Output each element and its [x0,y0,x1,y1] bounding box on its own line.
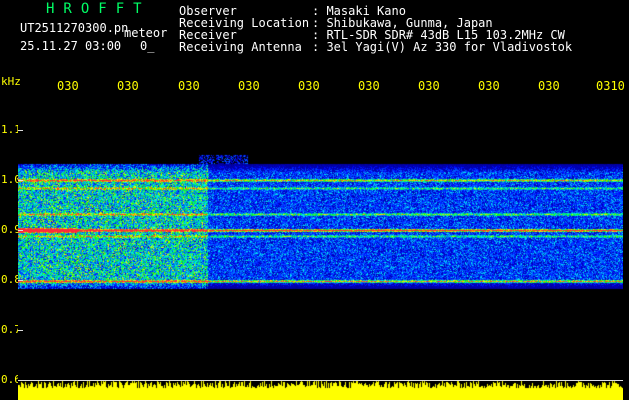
time-tick: 030 [178,79,200,93]
time-tick: 030 [418,79,440,93]
spectrogram-canvas [18,96,623,400]
grid-tick [18,280,23,281]
grid-tick [18,330,23,331]
antenna-value: : 3el Yagi(V) Az 330 for Vladivostok [312,40,573,54]
antenna-label: Receiving Antenna [179,40,302,54]
time-tick: 030 [478,79,500,93]
grid-tick [18,230,23,231]
time-tick: 030 [538,79,560,93]
time-tick: 030 [57,79,79,93]
meteor-count: 0_ [140,39,155,53]
app-logo: HROFFT [46,1,151,17]
time-tick: 030 [117,79,139,93]
time-tick: 030 [358,79,380,93]
grid-tick [18,180,23,181]
meteor-label: meteor [124,26,168,40]
time-tick: 030 [238,79,260,93]
time-tick: 030 [298,79,320,93]
baseline-line [18,380,623,381]
datetime-label: 25.11.27 03:00 [20,39,122,53]
frequency-unit-label: kHz [1,75,21,88]
filename-label: UT2511270300.pn [20,21,129,35]
time-tick: 0310 [596,79,625,93]
grid-tick [18,130,23,131]
